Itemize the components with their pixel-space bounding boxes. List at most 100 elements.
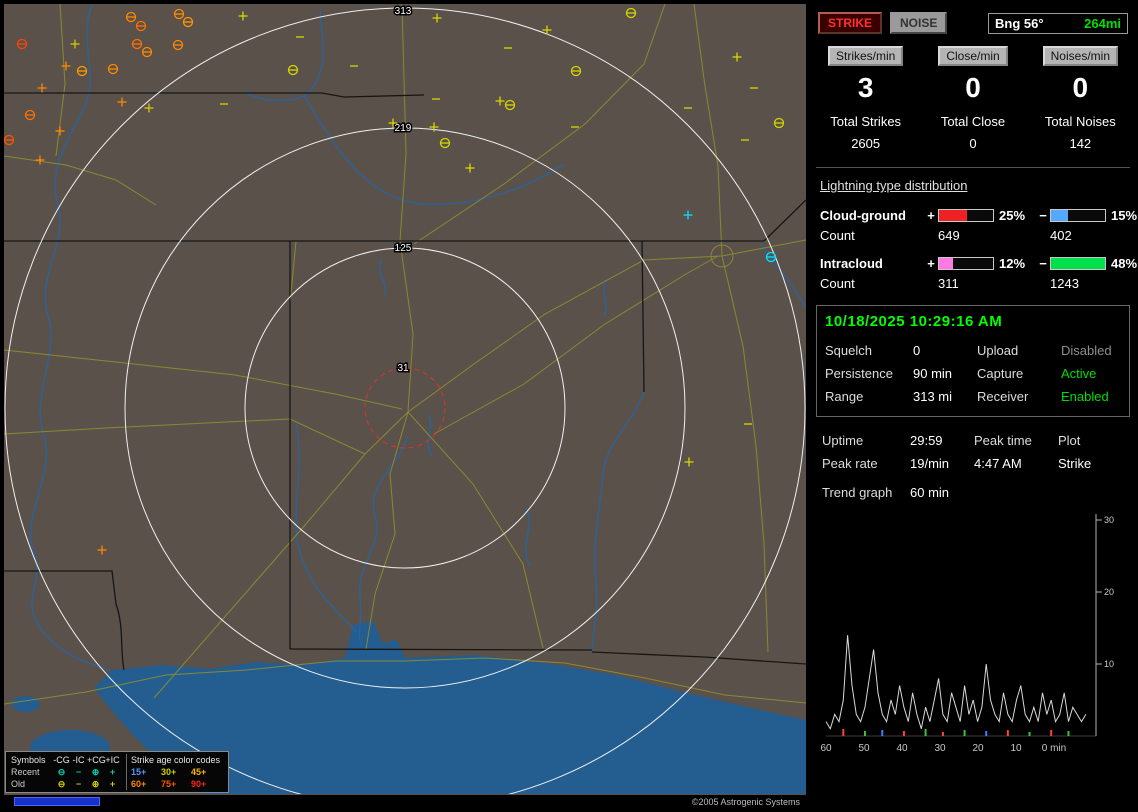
cg-negative-count: 402: [1050, 227, 1072, 243]
legend-box: Symbols -CG -IC +CG +IC Strike age color…: [5, 751, 229, 793]
close-per-min-button[interactable]: Close/min: [938, 46, 1008, 66]
minus-sign: −: [1039, 255, 1047, 271]
count-label: Count: [820, 275, 855, 291]
cg-negative-pct: 15%: [1111, 207, 1138, 223]
total-strikes-label: Total Strikes: [830, 114, 902, 129]
ic-positive-pct: 12%: [999, 255, 1026, 271]
noises-per-min-button[interactable]: Noises/min: [1042, 46, 1118, 66]
map-canvas[interactable]: 313 219 125 31: [4, 4, 806, 794]
legend-type-header: +IC: [105, 754, 120, 765]
receiver-value: Enabled: [1061, 389, 1109, 404]
intracloud-label: Intracloud: [820, 255, 883, 271]
neg-ic-symbol-icon: −: [75, 766, 82, 777]
squelch-label: Squelch: [825, 343, 872, 358]
legend-type-header: -CG: [53, 754, 70, 765]
age-code: 75+: [161, 778, 177, 789]
svg-text:313: 313: [395, 6, 412, 17]
bearing-value: Bng 56°: [995, 15, 1044, 31]
status-strip: ©2005 Astrogenic Systems: [4, 795, 806, 808]
svg-text:60: 60: [820, 743, 832, 754]
uptime-label: Uptime: [822, 433, 864, 448]
bearing-readout: Bng 56° 264mi: [988, 12, 1128, 34]
plus-sign: +: [927, 207, 935, 223]
close-rate-value: 0: [965, 72, 981, 103]
range-label: Range: [825, 389, 864, 404]
cloud-ground-label: Cloud-ground: [820, 207, 906, 223]
neg-ic-symbol-icon: −: [75, 778, 82, 789]
svg-text:10: 10: [1104, 659, 1114, 669]
svg-text:125: 125: [395, 243, 412, 254]
total-close-value: 0: [969, 136, 977, 151]
map-panel: 313 219 125 31 Symbols -CG -IC +CG +IC Stri…: [4, 4, 806, 808]
cloud-ground-row: Cloud-ground + 25% − 15%: [820, 205, 1137, 225]
cg-positive-pct: 25%: [999, 207, 1026, 223]
pos-ic-symbol-icon: +: [109, 778, 116, 789]
age-code: 45+: [191, 766, 207, 777]
cg-positive-count: 649: [938, 227, 960, 243]
pos-ic-symbol-icon: +: [109, 766, 116, 777]
svg-text:20: 20: [1104, 587, 1114, 597]
datetime-readout: 10/18/2025 10:29:16 AM: [825, 313, 1003, 330]
svg-text:30: 30: [934, 743, 946, 754]
strikes-rate-value: 3: [857, 72, 874, 103]
legend-symbols-title: Symbols: [11, 754, 46, 765]
trend-label-row: Trend graph 60 min: [822, 485, 1124, 500]
peak-rate-label: Peak rate: [822, 456, 878, 471]
range-value: 313 mi: [913, 389, 953, 404]
signal-indicator: [14, 797, 100, 806]
ic-positive-count: 311: [938, 275, 959, 291]
plot-label: Plot: [1058, 433, 1081, 448]
peak-time-value: 4:47 AM: [974, 456, 1022, 471]
ic-positive-bar: [938, 256, 994, 270]
peak-rate-value: 19/min: [910, 456, 950, 471]
stats-panel: STRIKE NOISE Bng 56° 264mi Strikes/min C…: [812, 4, 1137, 808]
upload-label: Upload: [977, 343, 1019, 358]
legend-type-header: +CG: [87, 754, 106, 765]
peak-time-label: Peak time: [974, 433, 1032, 448]
minus-sign: −: [1039, 207, 1047, 223]
legend-row-label: Old: [11, 778, 26, 789]
receiver-label: Receiver: [977, 389, 1029, 404]
trend-graph-label: Trend graph: [822, 485, 893, 500]
persistence-label: Persistence: [825, 366, 893, 381]
svg-text:0 min: 0 min: [1042, 743, 1066, 754]
svg-text:10: 10: [1010, 743, 1022, 754]
age-code: 90+: [191, 778, 207, 789]
uptime-value: 29:59: [910, 433, 943, 448]
svg-text:40: 40: [896, 743, 908, 754]
noises-rate-value: 0: [1072, 72, 1089, 103]
intracloud-row: Intracloud + 12% − 48%: [820, 253, 1137, 273]
svg-text:31: 31: [397, 363, 409, 374]
legend-divider: [125, 754, 127, 790]
plot-value: Strike: [1058, 456, 1092, 471]
squelch-value: 0: [913, 343, 921, 358]
cg-positive-bar: [938, 208, 994, 222]
session-grid: Uptime 29:59 Peak time Plot Peak rate 19…: [822, 433, 1124, 471]
rate-stats: Strikes/min Close/min Noises/min 3 0 0 T…: [812, 46, 1134, 163]
legend-type-header: -IC: [72, 754, 85, 765]
svg-text:30: 30: [1104, 515, 1114, 525]
upload-value: Disabled: [1061, 343, 1112, 358]
strike-button[interactable]: STRIKE: [818, 12, 883, 34]
copyright: ©2005 Astrogenic Systems: [691, 796, 800, 807]
status-box: 10/18/2025 10:29:16 AM Squelch 0 Upload …: [816, 305, 1130, 417]
cg-negative-bar: [1050, 208, 1106, 222]
age-code: 15+: [131, 766, 147, 777]
noise-button[interactable]: NOISE: [890, 12, 948, 34]
svg-text:20: 20: [972, 743, 984, 754]
plus-sign: +: [927, 255, 935, 271]
status-grid: Squelch 0 Upload Disabled Persistence 90…: [825, 343, 1121, 404]
total-close-label: Total Close: [940, 114, 1006, 129]
age-code: 30+: [161, 766, 177, 777]
neg-cg-symbol-icon: ⊖: [57, 766, 66, 777]
panel-header: STRIKE NOISE Bng 56° 264mi: [818, 12, 1128, 34]
ic-negative-count: 1243: [1050, 275, 1079, 291]
capture-value: Active: [1061, 366, 1097, 381]
pos-cg-symbol-icon: ⊕: [91, 778, 100, 789]
pos-cg-symbol-icon: ⊕: [91, 766, 100, 777]
svg-text:219: 219: [395, 123, 412, 134]
trend-window-value: 60 min: [910, 485, 950, 500]
strikes-per-min-button[interactable]: Strikes/min: [827, 46, 904, 66]
neg-cg-symbol-icon: ⊖: [57, 778, 66, 789]
persistence-value: 90 min: [913, 366, 953, 381]
